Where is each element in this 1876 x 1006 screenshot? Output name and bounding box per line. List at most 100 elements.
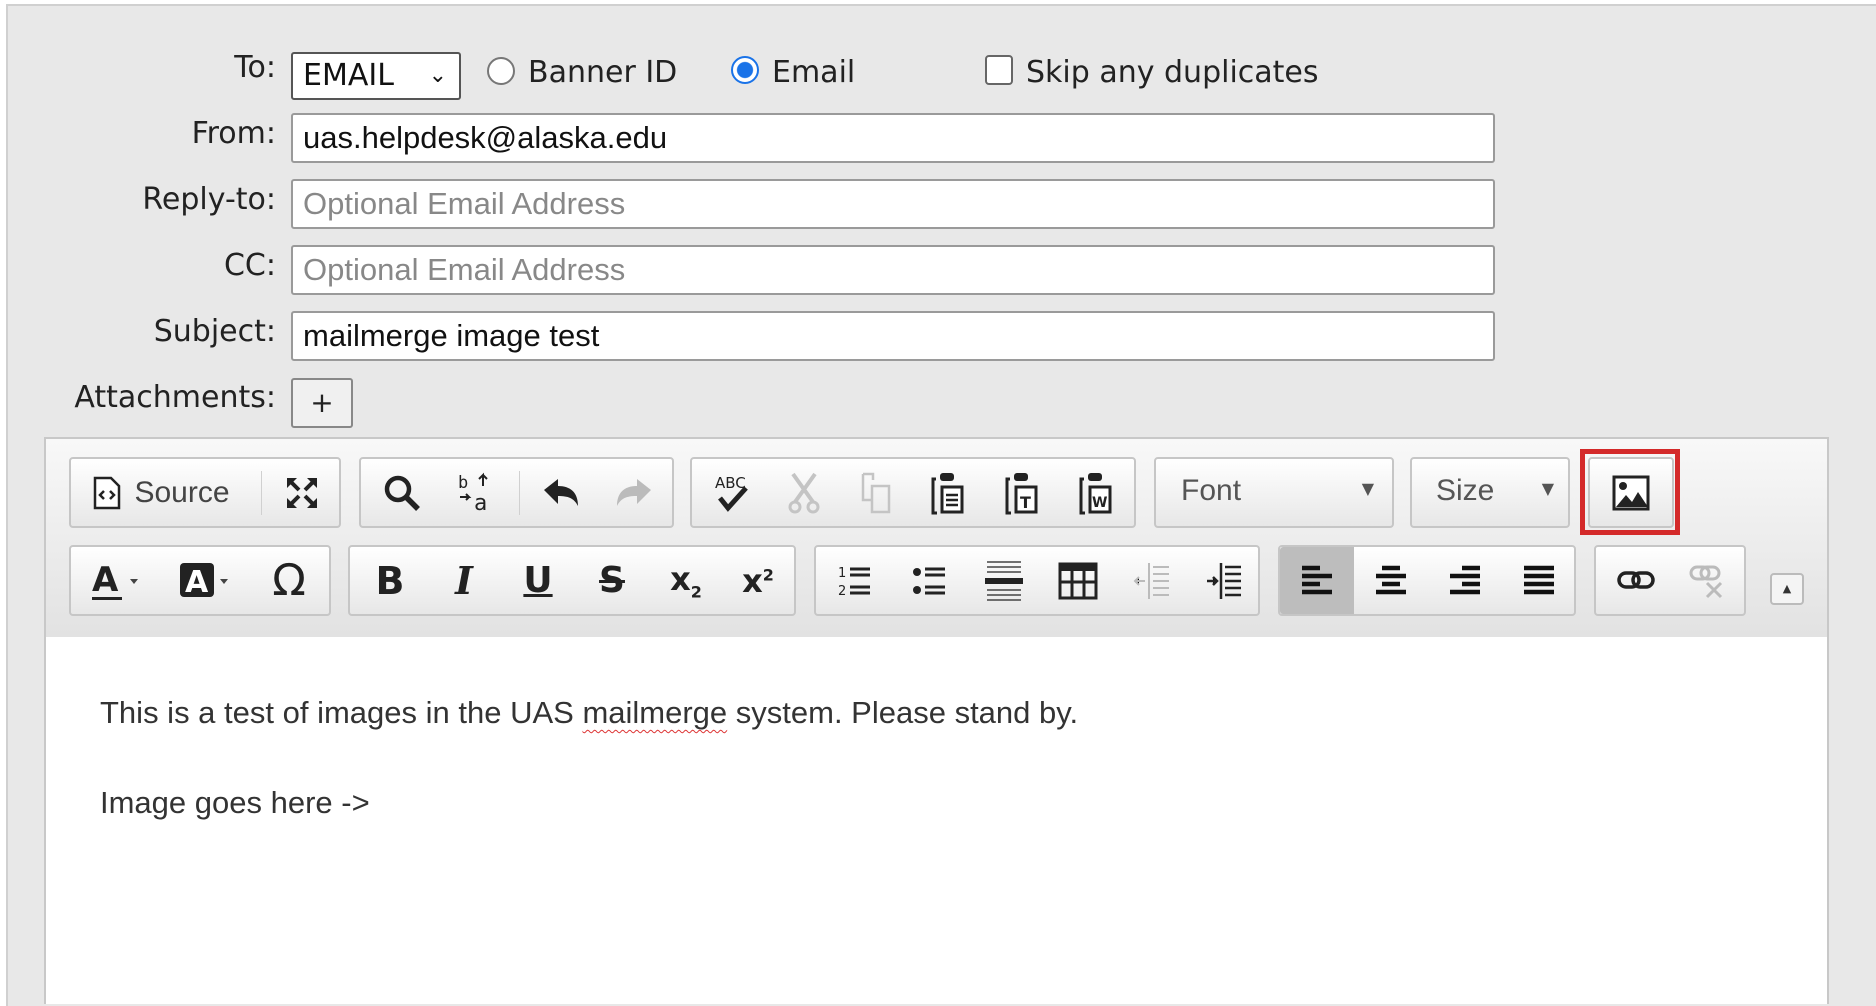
horizontal-rule-button[interactable] — [968, 547, 1040, 614]
align-right-button[interactable] — [1428, 547, 1502, 614]
skip-duplicates-label: Skip any duplicates — [1026, 55, 1319, 90]
numbered-list-icon: 12 — [838, 566, 870, 599]
numbered-list-button[interactable]: 12 — [820, 547, 892, 614]
caret-up-icon: ▲ — [1782, 582, 1792, 595]
maximize-button[interactable] — [271, 459, 333, 526]
source-label: Source — [134, 475, 230, 509]
toolbar-group-document: Source — [69, 457, 341, 528]
subscript-icon: x2 — [670, 559, 702, 602]
paste-word-button[interactable]: W — [1062, 459, 1130, 526]
svg-text:A: A — [92, 560, 119, 600]
find-button[interactable] — [367, 459, 437, 526]
spellcheck-button[interactable]: ABC — [698, 459, 766, 526]
unlink-button[interactable] — [1672, 547, 1744, 614]
align-left-button[interactable] — [1280, 547, 1354, 614]
to-label: To: — [234, 50, 276, 85]
paste-word-icon: W — [1079, 472, 1112, 514]
attachments-label: Attachments: — [74, 380, 276, 415]
redo-icon — [617, 478, 651, 506]
content-text: This is a test of images in the UAS — [100, 695, 583, 730]
italic-button[interactable]: I — [428, 547, 500, 614]
radio-email[interactable] — [731, 56, 759, 84]
align-right-icon — [1450, 565, 1480, 594]
replyto-label: Reply-to: — [142, 182, 276, 217]
background-color-icon: A — [180, 562, 228, 600]
subject-field[interactable] — [291, 311, 1495, 361]
omega-icon: Ω — [272, 555, 306, 606]
from-label: From: — [191, 116, 276, 151]
align-left-icon — [1302, 565, 1332, 594]
paste-text-icon: T — [1005, 472, 1038, 514]
image-button[interactable] — [1588, 457, 1674, 528]
to-select[interactable]: EMAIL ⌄ — [291, 52, 461, 100]
caret-down-icon: ▼ — [1541, 479, 1554, 498]
bold-button[interactable]: B — [354, 547, 426, 614]
table-button[interactable] — [1042, 547, 1114, 614]
indent-button[interactable] — [1188, 547, 1260, 614]
redo-button[interactable] — [599, 459, 669, 526]
undo-icon — [544, 478, 578, 506]
toolbar-group-find-undo: ba — [359, 457, 674, 528]
paste-icon — [931, 472, 964, 514]
link-button[interactable] — [1600, 547, 1672, 614]
add-attachment-button[interactable]: + — [291, 378, 353, 428]
strikethrough-button[interactable]: S — [576, 547, 648, 614]
content-paragraph-1: This is a test of images in the UAS mail… — [100, 695, 1078, 731]
paste-text-button[interactable]: T — [988, 459, 1056, 526]
toolbar-group-align — [1278, 545, 1576, 616]
font-dropdown[interactable]: Font ▼ — [1154, 457, 1394, 528]
skip-duplicates-checkbox[interactable] — [985, 55, 1013, 85]
replace-icon: ba — [458, 472, 488, 514]
underline-button[interactable]: U — [502, 547, 574, 614]
replyto-field[interactable] — [291, 179, 1495, 229]
source-button[interactable]: Source — [81, 459, 241, 526]
chevron-down-icon: ⌄ — [428, 63, 447, 88]
cut-icon — [788, 472, 820, 513]
to-select-value: EMAIL — [303, 58, 394, 93]
image-icon — [1612, 475, 1650, 510]
subscript-button[interactable]: x2 — [650, 547, 722, 614]
horizontal-rule-icon — [985, 560, 1023, 601]
editor-content[interactable]: This is a test of images in the UAS mail… — [46, 637, 1827, 1004]
text-color-icon: A — [92, 560, 138, 600]
spellcheck-icon: ABC — [715, 474, 748, 512]
subject-label: Subject: — [153, 314, 276, 349]
text-color-button[interactable]: A — [77, 547, 159, 614]
size-dropdown-label: Size — [1436, 474, 1495, 507]
svg-text:W: W — [1092, 495, 1107, 511]
paste-button[interactable] — [914, 459, 982, 526]
undo-button[interactable] — [526, 459, 596, 526]
replace-button[interactable]: ba — [441, 459, 511, 526]
misspelled-word: mailmerge — [582, 695, 728, 730]
rich-text-editor: Source ba ABC T W Font ▼ Size ▼ A A Ω B … — [44, 437, 1829, 1004]
editor-toolbar: Source ba ABC T W Font ▼ Size ▼ A A Ω B … — [46, 439, 1827, 638]
link-icon — [1617, 570, 1655, 589]
radio-email-label: Email — [772, 55, 856, 90]
bulleted-list-button[interactable] — [894, 547, 966, 614]
special-char-button[interactable]: Ω — [253, 547, 325, 614]
collapse-toolbar-button[interactable]: ▲ — [1770, 573, 1804, 605]
toolbar-group-colors: A A Ω — [69, 545, 331, 616]
cc-field[interactable] — [291, 245, 1495, 295]
radio-banner-id[interactable] — [487, 57, 515, 85]
justify-button[interactable] — [1502, 547, 1576, 614]
content-text: system. Please stand by. — [727, 695, 1079, 730]
superscript-icon: x2 — [742, 561, 774, 600]
unlink-icon — [1689, 565, 1723, 598]
cut-button[interactable] — [770, 459, 838, 526]
svg-text:2: 2 — [838, 584, 846, 599]
svg-text:a: a — [474, 491, 487, 514]
superscript-button[interactable]: x2 — [722, 547, 794, 614]
maximize-icon — [287, 477, 317, 508]
svg-text:T: T — [1020, 493, 1031, 512]
copy-button[interactable] — [842, 459, 910, 526]
align-center-button[interactable] — [1354, 547, 1428, 614]
background-color-button[interactable]: A — [165, 547, 247, 614]
from-field[interactable] — [291, 113, 1495, 163]
content-paragraph-2: Image goes here -> — [100, 785, 370, 820]
outdent-button[interactable] — [1116, 547, 1188, 614]
underline-icon: U — [523, 560, 553, 601]
size-dropdown[interactable]: Size ▼ — [1410, 457, 1570, 528]
radio-banner-id-label: Banner ID — [528, 55, 678, 90]
copy-icon — [861, 472, 891, 513]
